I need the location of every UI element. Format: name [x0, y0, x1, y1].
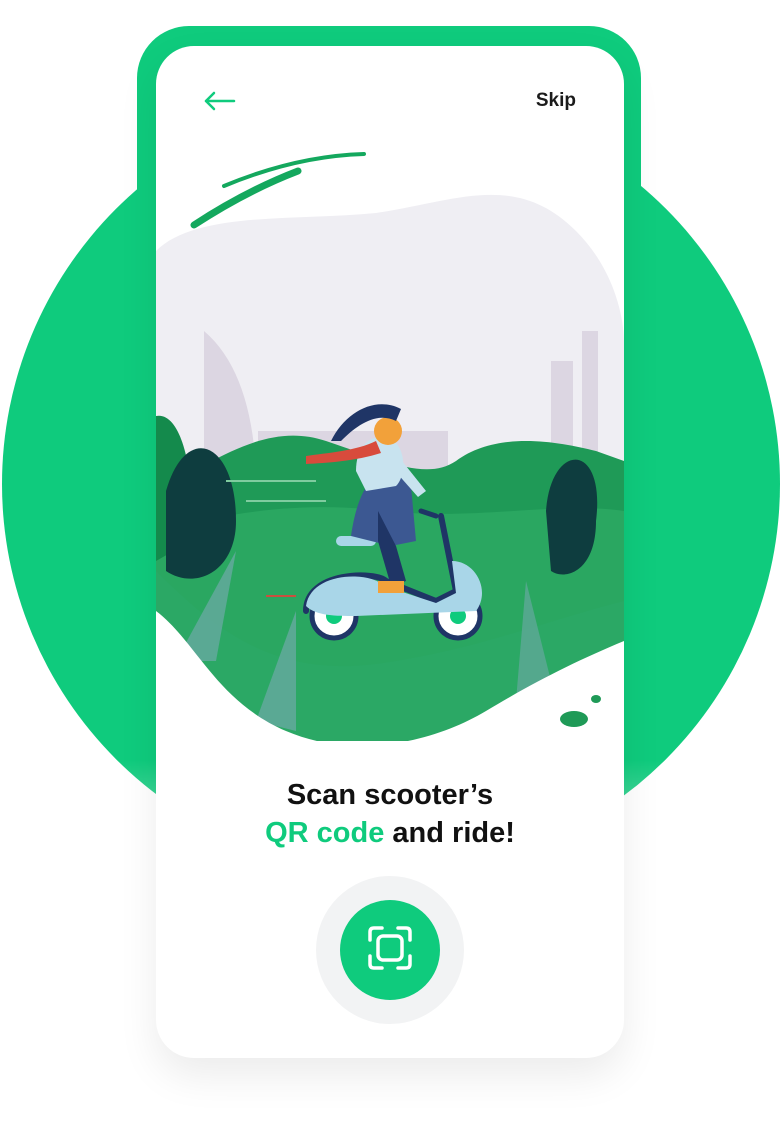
headline-line-2: QR code and ride!	[156, 814, 624, 852]
onboarding-headline: Scan scooter’s QR code and ride!	[156, 776, 624, 852]
phone-screen: Skip Scan scooter’s QR code and ride!	[156, 46, 624, 1058]
scan-button-halo	[316, 876, 464, 1024]
qr-scan-icon	[364, 922, 416, 979]
arrow-left-icon[interactable]	[200, 86, 240, 116]
top-bar: Skip	[156, 46, 624, 156]
woman-riding-scooter-illustration	[156, 141, 624, 746]
headline-rest: and ride!	[384, 817, 515, 849]
headline-line-1: Scan scooter’s	[286, 779, 494, 811]
skip-button[interactable]: Skip	[536, 90, 576, 112]
headline-accent: QR code	[265, 817, 385, 849]
scan-qr-button[interactable]	[340, 900, 440, 1000]
